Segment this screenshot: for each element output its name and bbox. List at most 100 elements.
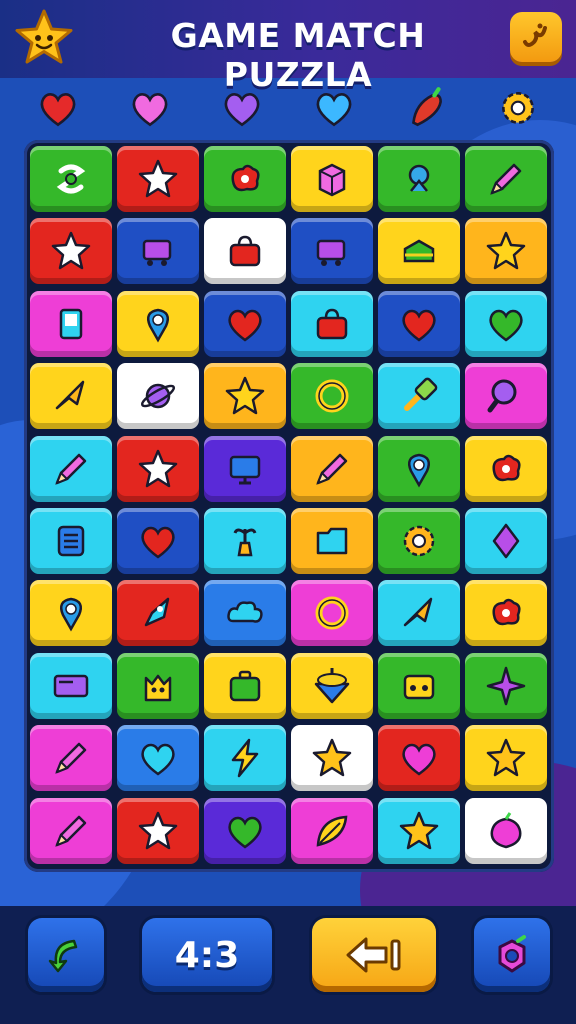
heart-icon <box>223 302 267 346</box>
tile-bag[interactable] <box>204 218 286 285</box>
tile-top[interactable] <box>291 652 373 719</box>
bag-icon <box>310 302 354 346</box>
undo-button[interactable] <box>312 918 436 992</box>
tile-magnifier[interactable] <box>465 363 547 430</box>
tile-pencil[interactable] <box>30 435 112 502</box>
tile-heart[interactable] <box>378 725 460 792</box>
star-icon <box>310 736 354 780</box>
bolt-icon <box>223 736 267 780</box>
tile-heart[interactable] <box>204 797 286 864</box>
top-icon <box>310 664 354 708</box>
tile-star[interactable] <box>117 435 199 502</box>
tile-sparkle[interactable] <box>465 652 547 719</box>
tile-diamond[interactable] <box>465 508 547 574</box>
tile-planet[interactable] <box>117 363 199 430</box>
tile-blob[interactable] <box>204 146 286 212</box>
phone-icon <box>49 302 93 346</box>
tile-pencil[interactable] <box>291 435 373 502</box>
tile-onion[interactable] <box>465 797 547 864</box>
tile-screen[interactable] <box>204 435 286 502</box>
tile-card[interactable] <box>30 652 112 719</box>
tile-heart[interactable] <box>465 290 547 357</box>
tile-cat[interactable] <box>117 652 199 719</box>
heart-icon <box>397 302 441 346</box>
tile-star[interactable] <box>465 725 547 792</box>
cat-icon <box>136 664 180 708</box>
tile-star[interactable] <box>30 218 112 285</box>
swirl-icon <box>49 157 93 201</box>
tile-star[interactable] <box>117 146 199 212</box>
star-icon <box>484 736 528 780</box>
menu-button[interactable] <box>510 12 562 62</box>
tile-bolt[interactable] <box>204 725 286 792</box>
ring-icon <box>498 935 526 973</box>
tile-brush[interactable] <box>378 363 460 430</box>
tile-heart[interactable] <box>117 508 199 574</box>
briefcase-icon <box>223 664 267 708</box>
tile-briefcase[interactable] <box>204 652 286 719</box>
tile-star[interactable] <box>117 797 199 864</box>
tile-bag[interactable] <box>291 290 373 357</box>
tile-pin[interactable] <box>30 580 112 647</box>
tile-cart[interactable] <box>117 218 199 285</box>
squiggle-icon <box>523 23 547 47</box>
tile-cloud[interactable] <box>204 580 286 647</box>
tile-heart[interactable] <box>378 290 460 357</box>
folder-icon <box>310 519 354 563</box>
tile-pin[interactable] <box>117 290 199 357</box>
star-icon <box>136 809 180 853</box>
ratio-button[interactable]: 4:3 <box>142 918 272 992</box>
tile-cart[interactable] <box>291 218 373 285</box>
pencil-icon <box>49 736 93 780</box>
tile-star[interactable] <box>465 218 547 285</box>
return-arrow-icon <box>346 937 401 973</box>
tile-box[interactable] <box>291 146 373 212</box>
shuffle-button[interactable] <box>474 918 550 992</box>
radio-icon <box>397 664 441 708</box>
tile-arrow[interactable] <box>378 580 460 647</box>
tile-pin[interactable] <box>378 435 460 502</box>
tile-star[interactable] <box>204 363 286 430</box>
tile-pencil[interactable] <box>465 146 547 212</box>
tile-heart[interactable] <box>204 290 286 357</box>
diamond-icon <box>484 519 528 563</box>
tile-radio[interactable] <box>378 652 460 719</box>
back-button[interactable] <box>28 918 104 992</box>
tile-blob[interactable] <box>465 580 547 647</box>
star-icon <box>49 229 93 273</box>
tile-leaf[interactable] <box>291 797 373 864</box>
tile-phone[interactable] <box>30 290 112 357</box>
pencil-icon <box>49 447 93 491</box>
goal-gear-icon <box>488 82 548 134</box>
heart-icon <box>484 302 528 346</box>
tile-heart[interactable] <box>117 725 199 792</box>
goal-heart-icon <box>120 82 180 134</box>
tile-arrow[interactable] <box>30 363 112 430</box>
tile-list[interactable] <box>30 508 112 574</box>
tile-ring[interactable] <box>291 580 373 647</box>
tile-cake[interactable] <box>378 218 460 285</box>
magnifier-icon <box>484 374 528 418</box>
tile-star[interactable] <box>378 797 460 864</box>
star-icon <box>136 447 180 491</box>
bag-icon <box>223 229 267 273</box>
tile-blob[interactable] <box>465 435 547 502</box>
card-icon <box>49 664 93 708</box>
tile-gear[interactable] <box>378 508 460 574</box>
tile-swirl[interactable] <box>30 146 112 212</box>
leaf-icon <box>310 809 354 853</box>
tile-pencil[interactable] <box>30 797 112 864</box>
tile-ring[interactable] <box>291 363 373 430</box>
ring-icon <box>310 374 354 418</box>
pin-icon <box>397 447 441 491</box>
tile-rocket[interactable] <box>117 580 199 647</box>
sparkle-icon <box>484 664 528 708</box>
tile-bulb[interactable] <box>378 146 460 212</box>
cart-icon <box>310 229 354 273</box>
tile-star[interactable] <box>291 725 373 792</box>
tile-folder[interactable] <box>291 508 373 574</box>
heart-icon <box>397 736 441 780</box>
pin-icon <box>49 591 93 635</box>
tile-pencil[interactable] <box>30 725 112 792</box>
tile-plant[interactable] <box>204 508 286 574</box>
